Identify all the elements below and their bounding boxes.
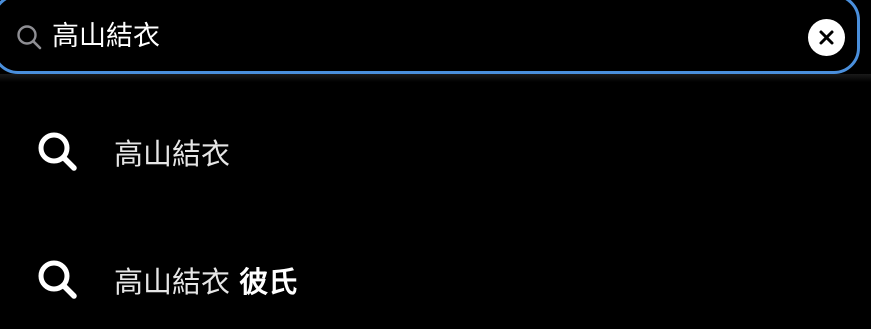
- clear-search-button[interactable]: [808, 19, 845, 56]
- search-icon: [36, 258, 78, 300]
- suggestion-completion: 彼氏: [239, 265, 298, 299]
- suggestion-text: 高山結衣 彼氏: [114, 259, 297, 301]
- suggestion-item[interactable]: 高山結衣 彼氏: [0, 228, 871, 328]
- search-icon: [16, 24, 42, 50]
- suggestion-item[interactable]: 高山結衣: [0, 100, 871, 200]
- search-input[interactable]: 高山結衣: [52, 14, 160, 60]
- suggestion-text: 高山結衣: [114, 131, 230, 173]
- search-bar-shadow: [0, 74, 871, 82]
- search-icon: [36, 130, 78, 172]
- close-icon: [819, 30, 834, 45]
- suggestion-prefix: 高山結衣: [114, 137, 231, 171]
- suggestion-prefix: 高山結衣: [114, 265, 231, 299]
